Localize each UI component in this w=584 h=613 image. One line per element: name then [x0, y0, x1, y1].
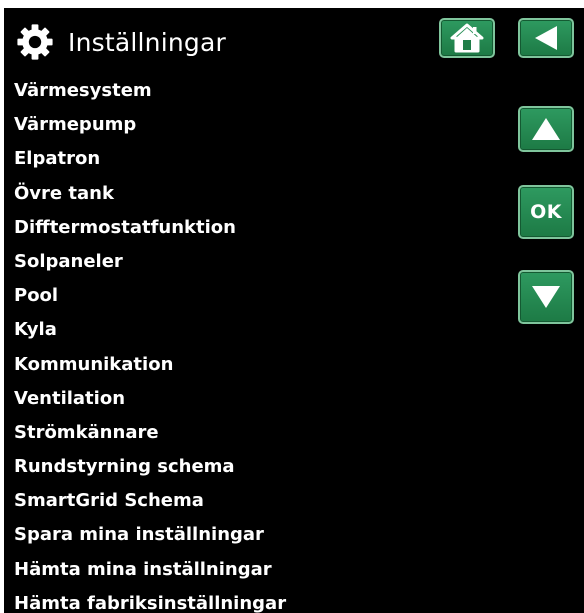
- menu-item-pool[interactable]: Pool: [14, 279, 494, 313]
- back-arrow-icon: [535, 26, 557, 50]
- menu-item-rundstyrning-schema[interactable]: Rundstyrning schema: [14, 450, 494, 484]
- menu-item-kyla[interactable]: Kyla: [14, 313, 494, 347]
- page-title: Inställningar: [68, 27, 226, 57]
- menu-item-varmepump[interactable]: Värmepump: [14, 108, 494, 142]
- menu-item-kommunikation[interactable]: Kommunikation: [14, 348, 494, 382]
- scroll-up-button[interactable]: [518, 106, 574, 152]
- ok-button[interactable]: OK: [518, 185, 574, 239]
- gear-icon: [17, 24, 53, 60]
- menu-item-ventilation[interactable]: Ventilation: [14, 382, 494, 416]
- menu-item-spara-mina-installningar[interactable]: Spara mina inställningar: [14, 518, 494, 552]
- scroll-down-button[interactable]: [518, 270, 574, 324]
- menu-item-smartgrid-schema[interactable]: SmartGrid Schema: [14, 484, 494, 518]
- menu-item-varmesystem[interactable]: Värmesystem: [14, 74, 494, 108]
- menu-item-hamta-fabriksinstallningar[interactable]: Hämta fabriksinställningar: [14, 587, 494, 613]
- back-button[interactable]: [518, 18, 574, 58]
- menu-item-ovre-tank[interactable]: Övre tank: [14, 177, 494, 211]
- menu-item-hamta-mina-installningar[interactable]: Hämta mina inställningar: [14, 553, 494, 587]
- down-arrow-icon: [532, 286, 560, 308]
- header: Inställningar: [16, 22, 226, 62]
- menu-item-difftermostatfunktion[interactable]: Difftermostatfunktion: [14, 211, 494, 245]
- menu-item-solpaneler[interactable]: Solpaneler: [14, 245, 494, 279]
- ok-label: OK: [530, 201, 562, 223]
- home-button[interactable]: [439, 18, 495, 58]
- menu-item-elpatron[interactable]: Elpatron: [14, 142, 494, 176]
- home-icon: [450, 23, 484, 53]
- settings-menu: Värmesystem Värmepump Elpatron Övre tank…: [14, 74, 494, 613]
- settings-screen: Inställningar Värmesystem Värmepump Elpa…: [4, 8, 584, 613]
- up-arrow-icon: [532, 118, 560, 140]
- menu-item-stromkannare[interactable]: Strömkännare: [14, 416, 494, 450]
